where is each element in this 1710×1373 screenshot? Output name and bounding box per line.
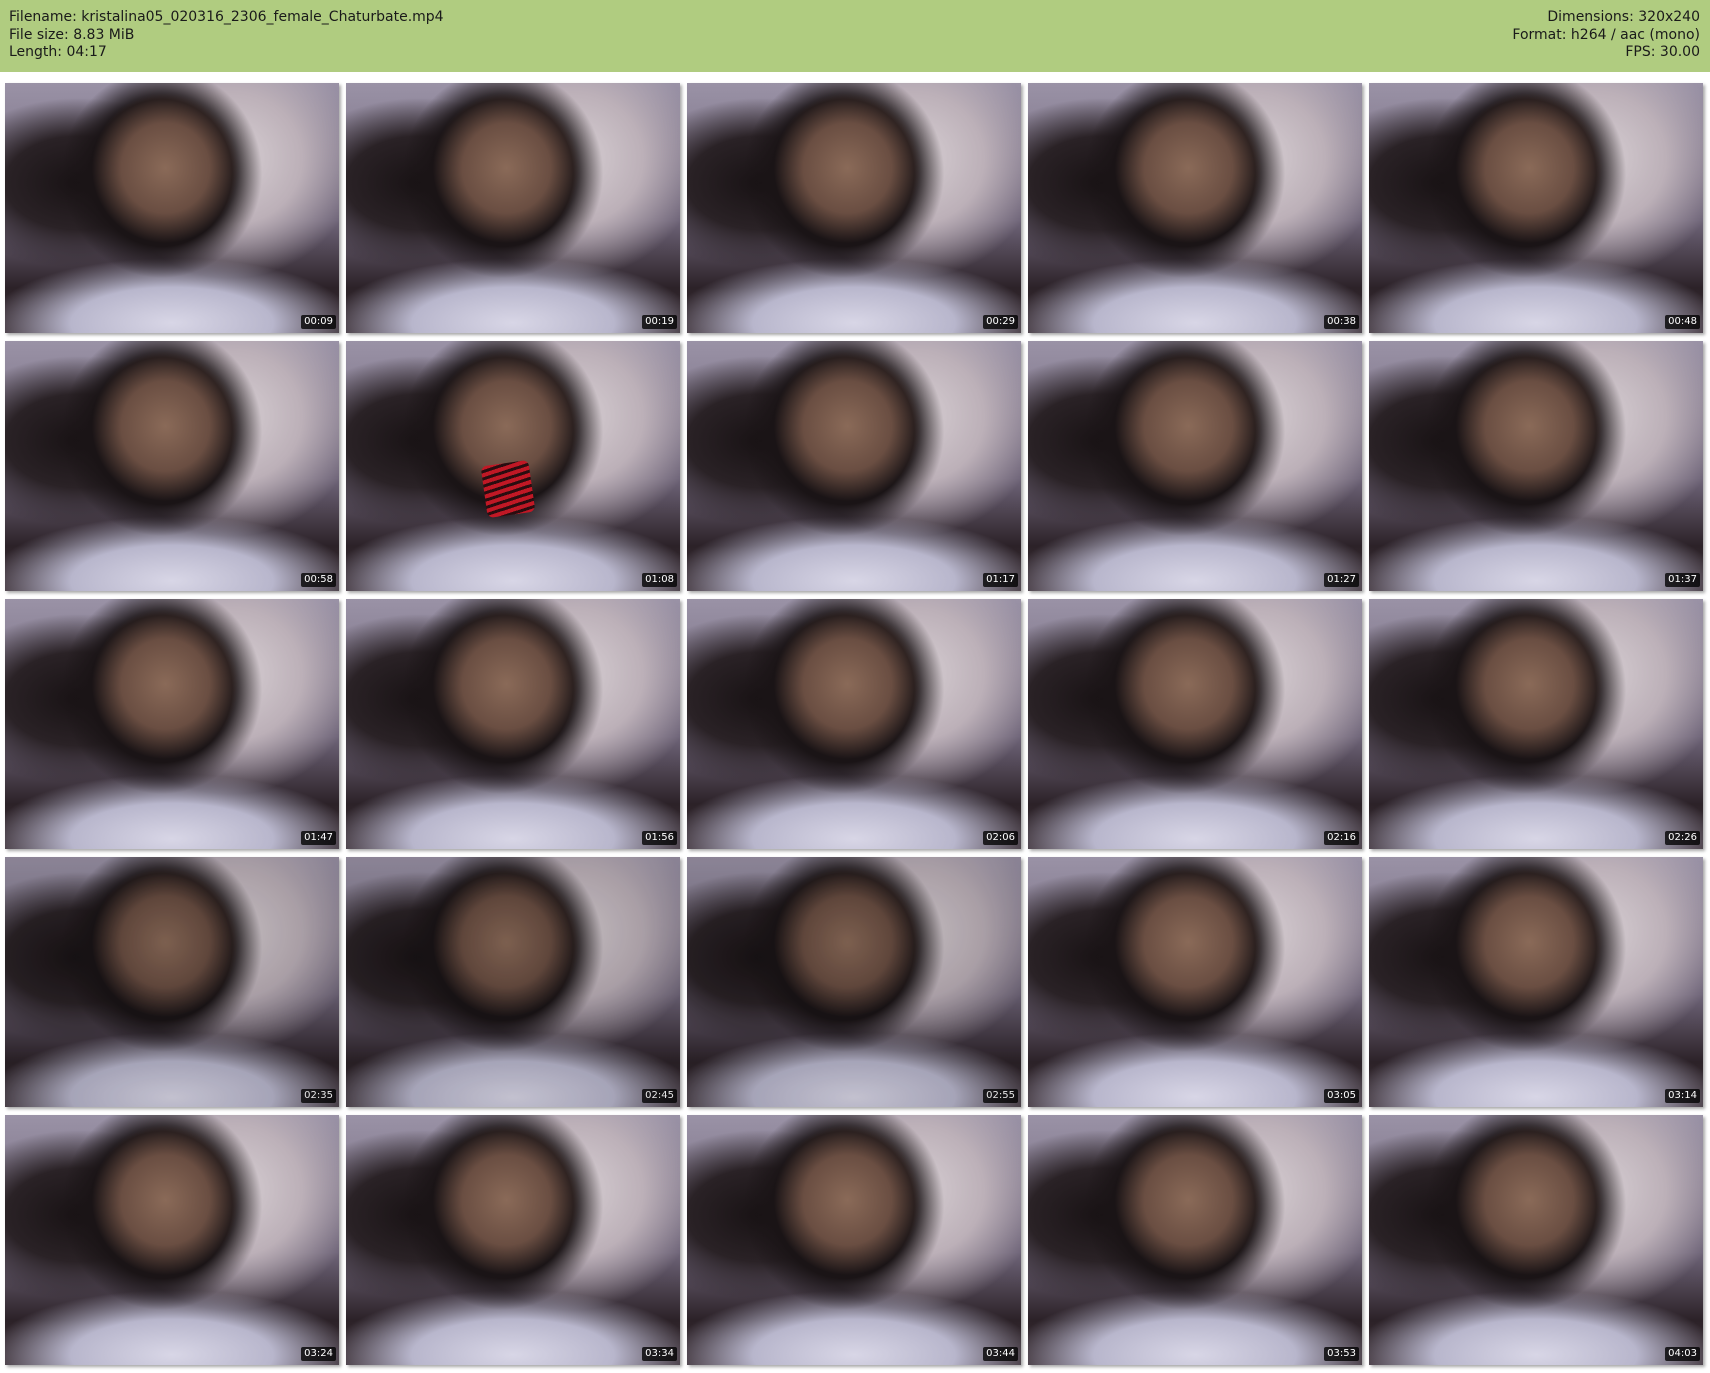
thumbnail[interactable]: 01:37 [1369,341,1703,591]
thumbnail[interactable]: 03:53 [1028,1115,1362,1365]
file-size-label: File size: 8.83 MiB [9,26,135,43]
timestamp-label: 02:26 [1665,831,1700,845]
timestamp-label: 00:38 [1324,315,1359,329]
timestamp-label: 01:27 [1324,573,1359,587]
thumbnail[interactable]: 00:29 [687,83,1021,333]
timestamp-label: 00:48 [1665,315,1700,329]
thumbnail[interactable]: 00:38 [1028,83,1362,333]
thumbnail[interactable]: 02:06 [687,599,1021,849]
format-label: Format: h264 / aac (mono) [1512,26,1700,43]
timestamp-label: 00:19 [642,315,677,329]
timestamp-label: 01:08 [642,573,677,587]
info-header: Filename: kristalina05_020316_2306_femal… [0,0,1710,72]
thumbnail[interactable]: 03:44 [687,1115,1021,1365]
timestamp-label: 03:34 [642,1347,677,1361]
timestamp-label: 00:58 [301,573,336,587]
timestamp-label: 03:05 [1324,1089,1359,1103]
thumbnail[interactable]: 02:26 [1369,599,1703,849]
timestamp-label: 02:16 [1324,831,1359,845]
timestamp-label: 03:14 [1665,1089,1700,1103]
thumbnail[interactable]: 00:19 [346,83,680,333]
thumbnail[interactable]: 02:45 [346,857,680,1107]
timestamp-label: 02:06 [983,831,1018,845]
thumbnail[interactable]: 00:48 [1369,83,1703,333]
thumbnail[interactable]: 01:17 [687,341,1021,591]
timestamp-label: 02:45 [642,1089,677,1103]
thumbnail[interactable]: 01:08 [346,341,680,591]
timestamp-label: 01:56 [642,831,677,845]
thumbnail[interactable]: 01:27 [1028,341,1362,591]
file-info-right: Dimensions: 320x240 Format: h264 / aac (… [1512,9,1700,62]
timestamp-label: 03:53 [1324,1347,1359,1361]
thumbnail[interactable]: 03:14 [1369,857,1703,1107]
thumbnail[interactable]: 01:47 [5,599,339,849]
thumbnail[interactable]: 00:58 [5,341,339,591]
timestamp-label: 00:29 [983,315,1018,329]
thumbnail[interactable]: 00:09 [5,83,339,333]
timestamp-label: 01:17 [983,573,1018,587]
thumbnail[interactable]: 04:03 [1369,1115,1703,1365]
file-info-left: Filename: kristalina05_020316_2306_femal… [9,9,444,62]
dimensions-label: Dimensions: 320x240 [1547,9,1700,25]
thumbnail[interactable]: 02:35 [5,857,339,1107]
length-label: Length: 04:17 [9,44,107,60]
timestamp-label: 03:44 [983,1347,1018,1361]
timestamp-label: 02:55 [983,1089,1018,1103]
thumbnail[interactable]: 03:24 [5,1115,339,1365]
timestamp-label: 00:09 [301,315,336,329]
thumbnail[interactable]: 01:56 [346,599,680,849]
thumbnail[interactable]: 03:05 [1028,857,1362,1107]
timestamp-label: 01:47 [301,831,336,845]
timestamp-label: 01:37 [1665,573,1700,587]
thumbnail-grid: 00:09 00:19 00:29 00:38 00:48 00:58 01:0… [5,83,1703,1365]
timestamp-label: 03:24 [301,1347,336,1361]
timestamp-label: 02:35 [301,1089,336,1103]
thumbnail[interactable]: 03:34 [346,1115,680,1365]
timestamp-label: 04:03 [1665,1347,1700,1361]
filename-label: Filename: kristalina05_020316_2306_femal… [9,9,444,25]
fps-label: FPS: 30.00 [1625,44,1700,60]
thumbnail[interactable]: 02:16 [1028,599,1362,849]
thumbnail[interactable]: 02:55 [687,857,1021,1107]
